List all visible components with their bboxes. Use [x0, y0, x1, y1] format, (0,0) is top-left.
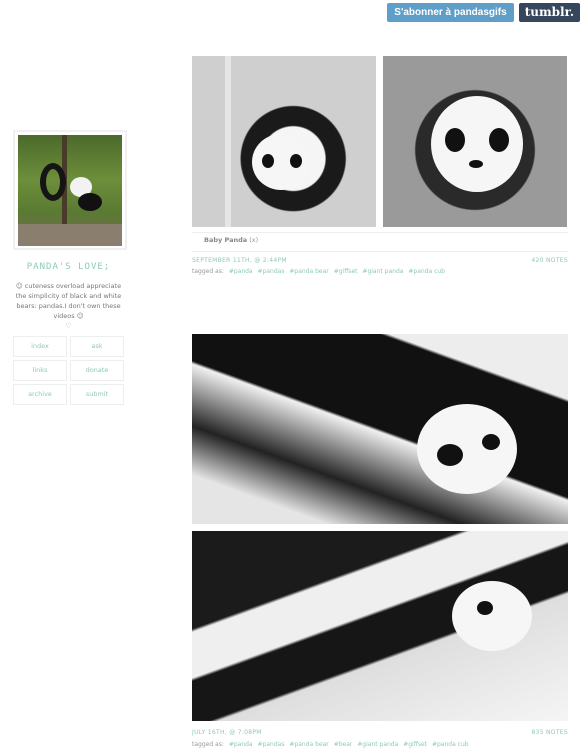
tags-prefix: tagged as:	[192, 741, 224, 748]
post-date[interactable]: JULY 16TH, @ 7:08PM	[192, 729, 262, 736]
tag-link[interactable]: #giffset	[403, 741, 427, 748]
nav-link-ask[interactable]: ask	[70, 336, 124, 357]
caption-title: Baby Panda	[204, 236, 248, 244]
avatar-image	[18, 135, 122, 246]
post-photo[interactable]	[383, 56, 567, 227]
post-tags: tagged as: #panda #pandas #panda bear #b…	[192, 741, 469, 748]
tumblr-logo-button[interactable]: tumblr.	[518, 3, 580, 22]
tag-link[interactable]: #pandas	[258, 741, 285, 748]
post-notes[interactable]: 420 NOTES	[531, 257, 568, 264]
post-notes[interactable]: 835 NOTES	[531, 729, 568, 736]
tag-link[interactable]: #bear	[334, 741, 353, 748]
heart-icon: ♡	[65, 322, 72, 330]
tag-link[interactable]: #panda	[229, 741, 253, 748]
post-photo[interactable]	[192, 334, 568, 524]
post-photo[interactable]	[192, 56, 376, 227]
tag-link[interactable]: #pandas	[258, 268, 285, 275]
tag-link[interactable]: #panda bear	[289, 268, 328, 275]
tumblr-controls: S'abonner à pandasgifs tumblr.	[387, 3, 580, 22]
post-date[interactable]: SEPTEMBER 11TH, @ 2:44PM	[192, 257, 287, 264]
photoset-post: JULY 16TH, @ 7:08PM 835 NOTES tagged as:…	[192, 334, 568, 751]
tag-link[interactable]: #giffset	[334, 268, 358, 275]
blog-title[interactable]: PANDA'S LOVE;	[13, 262, 124, 272]
sidebar-nav: index ask links donate archive submit	[13, 336, 124, 405]
follow-button[interactable]: S'abonner à pandasgifs	[387, 3, 514, 22]
post-photo[interactable]	[192, 531, 568, 721]
tag-link[interactable]: #panda cub	[408, 268, 445, 275]
nav-link-index[interactable]: index	[13, 336, 67, 357]
caption-source-link[interactable]: (x)	[249, 236, 258, 244]
tags-prefix: tagged as:	[192, 268, 224, 275]
tag-link[interactable]: #panda	[229, 268, 253, 275]
nav-link-donate[interactable]: donate	[70, 360, 124, 381]
post-tags: tagged as: #panda #pandas #panda bear #g…	[192, 268, 445, 275]
avatar-frame	[13, 130, 127, 250]
blog-description: ☺ cuteness overload appreciate the simpl…	[15, 282, 122, 320]
tag-link[interactable]: #giant panda	[357, 741, 398, 748]
post-caption: Baby Panda (x)	[204, 236, 258, 244]
tag-link[interactable]: #panda cub	[432, 741, 469, 748]
tag-link[interactable]: #panda bear	[289, 741, 328, 748]
photoset-post: Baby Panda (x) SEPTEMBER 11TH, @ 2:44PM …	[192, 56, 568, 286]
nav-link-archive[interactable]: archive	[13, 384, 67, 405]
nav-link-submit[interactable]: submit	[70, 384, 124, 405]
nav-link-links[interactable]: links	[13, 360, 67, 381]
tag-link[interactable]: #giant panda	[362, 268, 403, 275]
sidebar: PANDA'S LOVE; ☺ cuteness overload apprec…	[13, 130, 127, 405]
